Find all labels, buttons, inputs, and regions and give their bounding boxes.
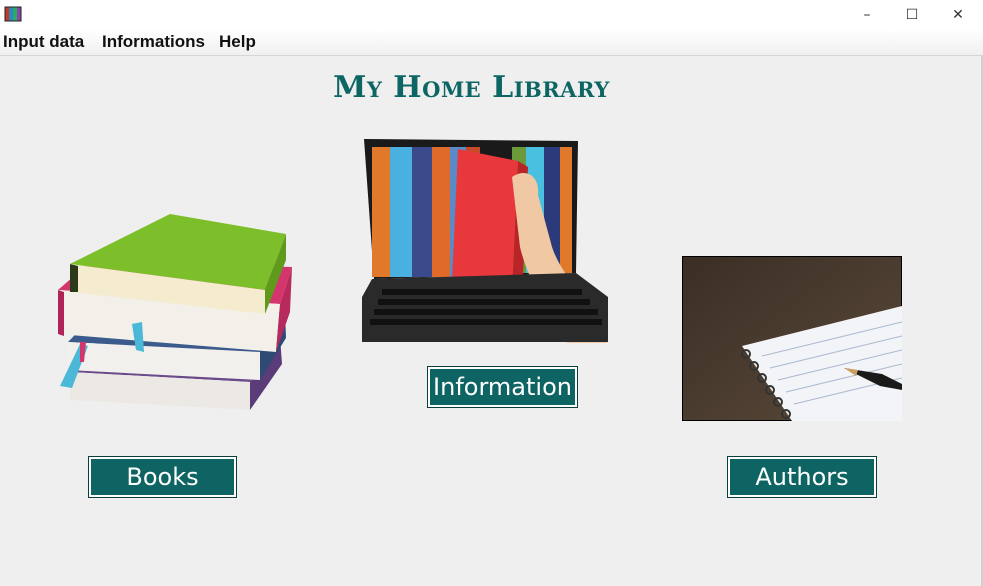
maximize-button[interactable]: ☐: [889, 0, 935, 29]
page-title: My Home Library: [333, 70, 610, 105]
laptop-bookshelf-image: [362, 139, 608, 343]
menu-help[interactable]: Help: [219, 32, 256, 52]
menu-bar: Input data Informations Help: [0, 29, 983, 56]
close-button[interactable]: ✕: [935, 0, 981, 29]
title-bar: – ☐ ✕: [0, 0, 983, 29]
app-icon: [4, 6, 22, 22]
information-button[interactable]: Information: [427, 366, 578, 408]
menu-informations[interactable]: Informations: [102, 32, 205, 52]
menu-input-data[interactable]: Input data: [3, 32, 84, 52]
books-stack-image: [58, 214, 292, 410]
main-window: – ☐ ✕ Input data Informations Help My Ho…: [0, 0, 983, 586]
books-button[interactable]: Books: [88, 456, 237, 498]
authors-button[interactable]: Authors: [727, 456, 877, 498]
notebook-pen-image: [682, 256, 902, 421]
minimize-button[interactable]: –: [844, 0, 890, 29]
